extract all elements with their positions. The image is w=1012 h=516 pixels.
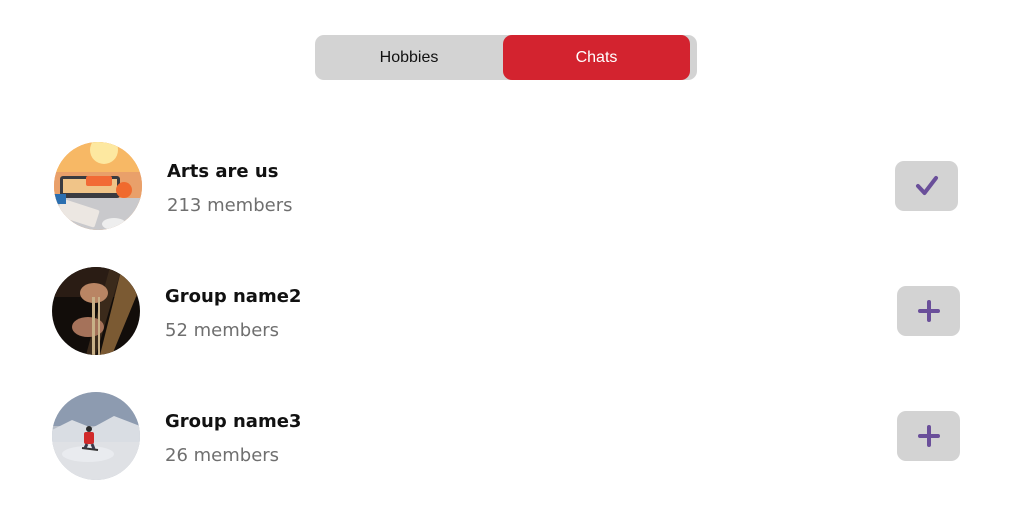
skier-photo [52,392,140,480]
tab-hobbies[interactable]: Hobbies [315,35,503,80]
join-button[interactable] [897,286,960,336]
group-name: Group name3 [165,411,302,432]
list-item: Arts are us 213 members [0,142,1012,232]
plus-icon [917,300,940,322]
group-member-count: 52 members [165,320,280,341]
group-member-count: 213 members [167,195,293,216]
check-icon [915,176,938,195]
avatar [52,267,140,355]
tab-chats[interactable]: Chats [503,35,690,80]
list-item: Group name2 52 members [0,267,1012,357]
tab-switcher: Hobbies Chats [315,35,697,80]
guitar-photo [52,267,140,355]
group-member-count: 26 members [165,445,280,466]
avatar [52,392,140,480]
group-name: Arts are us [167,161,279,182]
joined-button[interactable] [895,161,958,211]
plus-icon [917,425,940,447]
avatar [54,142,142,230]
group-name: Group name2 [165,286,302,307]
join-button[interactable] [897,411,960,461]
list-item: Group name3 26 members [0,392,1012,482]
desk-workspace-photo [54,142,142,230]
